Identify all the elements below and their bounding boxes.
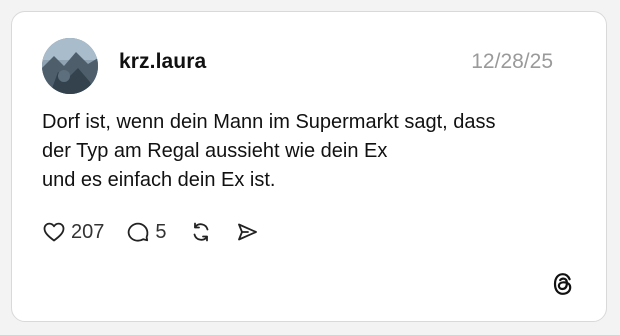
post-text: Dorf ist, wenn dein Mann im Supermarkt s…: [42, 108, 582, 195]
repost-icon: [193, 222, 208, 242]
heart-icon: [43, 222, 65, 242]
share-button[interactable]: [235, 220, 259, 244]
post-date: 12/28/25: [471, 50, 553, 73]
action-bar: 207 5: [42, 219, 281, 245]
like-button[interactable]: 207: [42, 220, 104, 244]
post-card: krz.laura 12/28/25 Dorf ist, wenn dein M…: [11, 11, 607, 322]
username[interactable]: krz.laura: [119, 50, 206, 74]
post-text-line: Dorf ist, wenn dein Mann im Supermarkt s…: [42, 111, 496, 133]
repost-button[interactable]: [189, 220, 213, 244]
post-text-line: und es einfach dein Ex ist.: [42, 169, 276, 191]
comment-bubble-icon: [128, 222, 149, 242]
threads-logo-icon[interactable]: [550, 271, 576, 297]
reply-count: 5: [155, 220, 167, 243]
like-count: 207: [71, 220, 105, 243]
threads-logo-glyph: [553, 273, 572, 295]
avatar-image: [42, 38, 98, 94]
reply-button[interactable]: 5: [126, 220, 167, 244]
send-icon: [237, 223, 257, 241]
avatar[interactable]: [42, 38, 98, 94]
post-text-line: der Typ am Regal aussieht wie dein Ex: [42, 140, 388, 162]
